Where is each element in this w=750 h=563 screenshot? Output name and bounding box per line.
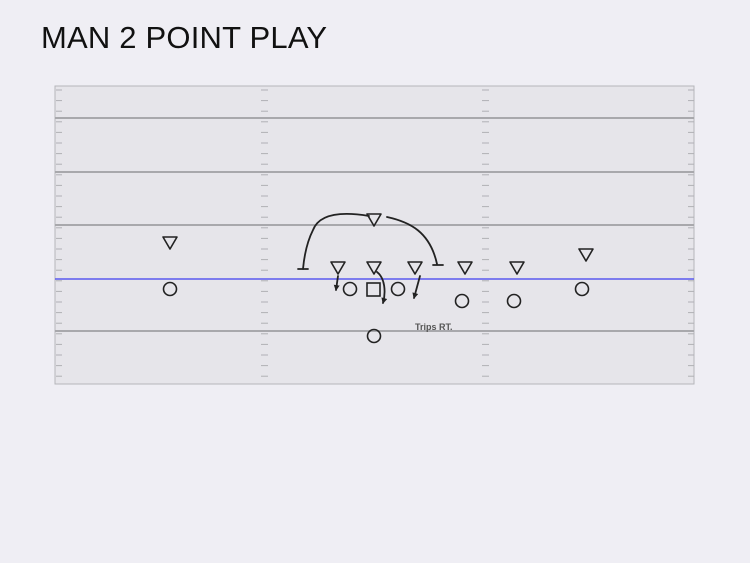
football-field: Trips RT. — [54, 85, 695, 385]
field-surface — [54, 85, 695, 385]
formation-label: Trips RT. — [415, 322, 453, 332]
play-diagram-page: MAN 2 POINT PLAY Trips RT. — [0, 0, 750, 563]
